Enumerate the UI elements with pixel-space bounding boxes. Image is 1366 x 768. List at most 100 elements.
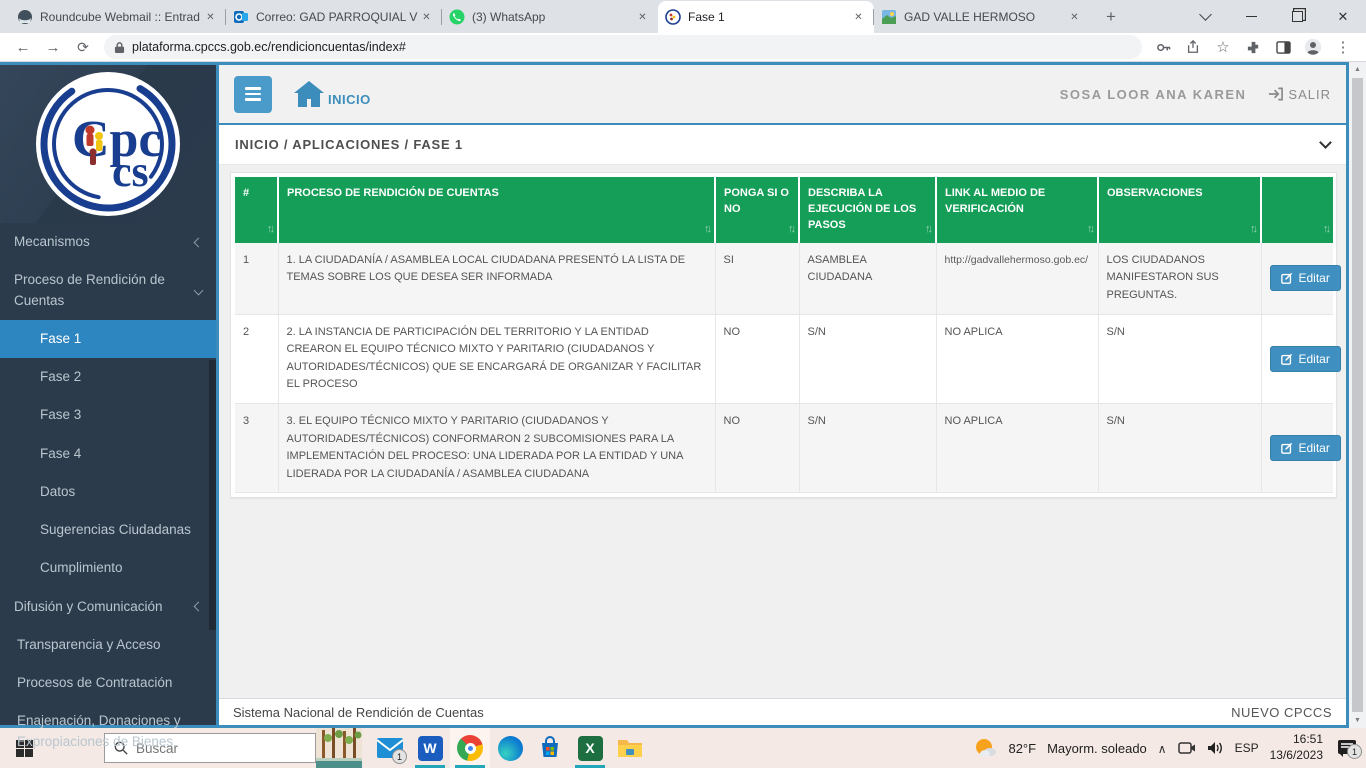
side-panel-icon[interactable] [1271,35,1295,59]
weather-temp[interactable]: 82°F [1008,741,1036,756]
cell-link: NO APLICA [936,314,1098,403]
file-explorer-app-icon[interactable] [610,728,650,768]
volume-icon[interactable] [1207,741,1224,755]
header-num[interactable]: # [235,177,278,243]
cell-link: http://gadvallehermoso.gob.ec/ [936,243,1098,314]
sidebar-item-incorporacion[interactable]: Incorporación de Recomendaciones [0,761,216,768]
sidebar-item-difusion[interactable]: Difusión y Comunicación [0,588,216,626]
taskbar-tray: 82°F Mayorm. soleado ESP 16:51 13/6/2023… [973,732,1366,763]
search-highlight-artwork [316,728,362,768]
sidebar-item-enajenacion[interactable]: Enajenación, Donaciones y Expropiaciones… [0,702,216,761]
sidebar-item-sugerencias[interactable]: Sugerencias Ciudadanas [0,511,216,549]
notification-center-icon[interactable]: 1 [1334,735,1360,761]
reload-button[interactable] [70,34,96,60]
browser-menu-kebab-icon[interactable] [1331,35,1355,59]
sidebar-item-transparencia[interactable]: Transparencia y Acceso [0,626,216,664]
sidebar-item-label: Datos [40,482,75,502]
breadcrumb-bar: INICIO / APLICACIONES / FASE 1 [219,125,1346,165]
sidebar-item-cumplimiento[interactable]: Cumplimiento [0,549,216,587]
whatsapp-favicon [449,9,465,25]
microsoft-store-app-icon[interactable] [530,728,570,768]
tab-whatsapp[interactable]: (3) WhatsApp [442,1,658,33]
back-button[interactable] [10,34,36,60]
pencil-square-icon [1281,353,1293,365]
sidebar-item-mecanismos[interactable]: Mecanismos [0,223,216,261]
weather-icon [973,737,997,759]
weather-desc[interactable]: Mayorm. soleado [1047,741,1147,756]
cell-observaciones: S/N [1098,403,1261,492]
scroll-down-arrow-icon[interactable] [1349,713,1366,728]
sidebar-item-fase1[interactable]: Fase 1 [0,320,216,358]
sidebar-item-label: Enajenación, Donaciones y Expropiaciones… [17,711,202,752]
tab-outlook[interactable]: Correo: GAD PARROQUIAL V [226,1,442,33]
tab-gad[interactable]: GAD VALLE HERMOSO [874,1,1090,33]
browser-tabstrip: Roundcube Webmail :: Entrad Correo: GAD … [0,0,1366,33]
sidebar-item-fase4[interactable]: Fase 4 [0,435,216,473]
edit-button[interactable]: Editar [1270,346,1341,372]
header-actions[interactable] [1261,177,1333,243]
tab-fase1-active[interactable]: Fase 1 [658,1,874,33]
edit-label: Editar [1299,441,1330,455]
mail-app-icon[interactable]: 1 [370,728,410,768]
logged-user-name: SOSA LOOR ANA KAREN [1060,87,1247,102]
home-link[interactable]: INICIO [292,79,371,109]
close-window-button[interactable] [1320,0,1366,33]
edit-label: Editar [1299,271,1330,285]
sidebar-item-fase3[interactable]: Fase 3 [0,396,216,434]
hamburger-menu-button[interactable] [234,76,272,113]
close-icon[interactable] [634,9,651,26]
chrome-app-icon[interactable] [450,728,490,768]
extensions-puzzle-icon[interactable] [1241,35,1265,59]
hidden-icons-chevron[interactable] [1158,741,1167,756]
taskbar-clock[interactable]: 16:51 13/6/2023 [1270,732,1323,763]
close-icon[interactable] [850,9,867,26]
sidebar-item-datos[interactable]: Datos [0,473,216,511]
close-icon[interactable] [418,9,435,26]
scrollbar-thumb[interactable] [1352,78,1363,712]
share-icon[interactable] [1181,35,1205,59]
sidebar-scrollbar[interactable] [209,360,216,630]
excel-app-icon[interactable]: X [570,728,610,768]
sort-icon [925,222,930,238]
language-indicator[interactable]: ESP [1235,741,1259,755]
word-app-icon[interactable]: W [410,728,450,768]
sidebar-item-fase2[interactable]: Fase 2 [0,358,216,396]
table-header-row: # PROCESO DE RENDICIÓN DE CUENTAS PONGA … [235,177,1333,243]
header-observaciones[interactable]: OBSERVACIONES [1098,177,1261,243]
chevron-left-icon [194,237,204,247]
meet-now-icon[interactable] [1178,741,1196,755]
sidebar-item-contratacion[interactable]: Procesos de Contratación [0,664,216,702]
tab-search-chevron-icon[interactable] [1182,0,1228,33]
cell-num: 2 [235,314,278,403]
sidebar-item-proceso-rendicion[interactable]: Proceso de Rendición de Cuentas [0,261,216,320]
scroll-up-arrow-icon[interactable] [1349,62,1366,77]
header-link[interactable]: LINK AL MEDIO DE VERIFICACIÓN [936,177,1098,243]
bookmark-star-icon[interactable] [1211,35,1235,59]
minimize-button[interactable] [1228,0,1274,33]
restore-button[interactable] [1274,0,1320,33]
edit-label: Editar [1299,352,1330,366]
header-proceso[interactable]: PROCESO DE RENDICIÓN DE CUENTAS [278,177,715,243]
close-icon[interactable] [1066,9,1083,26]
edit-button[interactable]: Editar [1270,265,1341,291]
logout-button[interactable]: SALIR [1268,87,1331,102]
header-describa[interactable]: DESCRIBA LA EJECUCIÓN DE LOS PASOS [799,177,936,243]
forward-button[interactable] [40,34,66,60]
profile-avatar[interactable] [1301,35,1325,59]
page-scrollbar[interactable] [1349,62,1366,728]
sort-icon [704,222,709,238]
new-tab-button[interactable] [1098,4,1124,30]
tab-roundcube[interactable]: Roundcube Webmail :: Entrad [10,1,226,33]
pencil-square-icon [1281,272,1293,284]
table-row: 3 3. EL EQUIPO TÉCNICO MIXTO Y PARITARIO… [235,403,1333,492]
password-key-icon[interactable] [1151,35,1175,59]
edit-button[interactable]: Editar [1270,435,1341,461]
header-ponga[interactable]: PONGA SI O NO [715,177,799,243]
address-bar[interactable]: plataforma.cpccs.gob.ec/rendicioncuentas… [104,35,1142,59]
chevron-left-icon [194,602,204,612]
edge-app-icon[interactable] [490,728,530,768]
sidebar: Cpc cs Mecanismos Proceso de Rendición d… [0,65,216,725]
window-controls [1182,0,1366,33]
close-icon[interactable] [202,9,219,26]
collapse-chevron-down-icon[interactable] [1319,136,1332,149]
